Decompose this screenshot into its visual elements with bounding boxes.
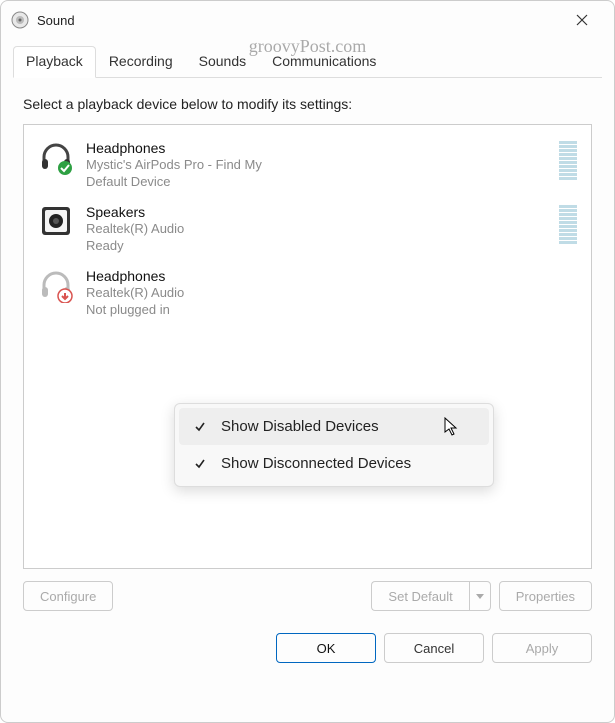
set-default-split: Set Default [371,581,490,611]
level-meter [559,203,577,244]
device-name: Speakers [86,203,547,221]
device-info: Speakers Realtek(R) Audio Ready [86,203,547,255]
menu-show-disconnected[interactable]: Show Disconnected Devices [179,445,489,482]
dialog-button-row: OK Cancel Apply [1,623,614,677]
level-meter [559,139,577,180]
set-default-dropdown[interactable] [469,581,491,611]
menu-show-disabled[interactable]: Show Disabled Devices [179,408,489,445]
ok-button[interactable]: OK [276,633,376,663]
cancel-button[interactable]: Cancel [384,633,484,663]
menu-item-label: Show Disconnected Devices [221,455,411,472]
sound-dialog: Sound groovyPost.com Playback Recording … [0,0,615,723]
apply-button[interactable]: Apply [492,633,592,663]
device-button-row: Configure Set Default Properties [23,581,592,611]
headphones-icon [38,139,74,175]
device-row[interactable]: Headphones Realtek(R) Audio Not plugged … [34,261,581,325]
tab-sounds[interactable]: Sounds [186,46,259,78]
window-title: Sound [37,13,75,28]
speaker-icon [11,11,29,29]
speakers-icon [38,203,74,239]
set-default-button[interactable]: Set Default [371,581,468,611]
device-name: Headphones [86,139,547,157]
device-info: Headphones Mystic's AirPods Pro - Find M… [86,139,547,191]
check-icon [193,421,207,433]
configure-button[interactable]: Configure [23,581,113,611]
instruction-text: Select a playback device below to modify… [23,96,592,112]
chevron-down-icon [476,594,484,599]
properties-button[interactable]: Properties [499,581,592,611]
device-info: Headphones Realtek(R) Audio Not plugged … [86,267,577,319]
tab-playback[interactable]: Playback [13,46,96,78]
headphones-unplugged-icon [38,267,74,303]
tab-content: Select a playback device below to modify… [1,78,614,623]
device-status: Not plugged in [86,302,577,319]
tab-strip: Playback Recording Sounds Communications [13,45,602,78]
check-icon [193,458,207,470]
tab-recording[interactable]: Recording [96,46,186,78]
device-name: Headphones [86,267,577,285]
device-sub: Realtek(R) Audio [86,221,547,238]
cursor-icon [444,417,460,442]
close-button[interactable] [560,5,604,35]
device-row[interactable]: Speakers Realtek(R) Audio Ready [34,197,581,261]
device-status: Ready [86,238,547,255]
context-menu: Show Disabled Devices Show Disconnected … [174,403,494,487]
tab-communications[interactable]: Communications [259,46,389,78]
device-status: Default Device [86,174,547,191]
menu-item-label: Show Disabled Devices [221,418,379,435]
device-sub: Realtek(R) Audio [86,285,577,302]
titlebar: Sound [1,1,614,39]
device-list[interactable]: Headphones Mystic's AirPods Pro - Find M… [23,124,592,569]
device-row[interactable]: Headphones Mystic's AirPods Pro - Find M… [34,133,581,197]
device-sub: Mystic's AirPods Pro - Find My [86,157,547,174]
